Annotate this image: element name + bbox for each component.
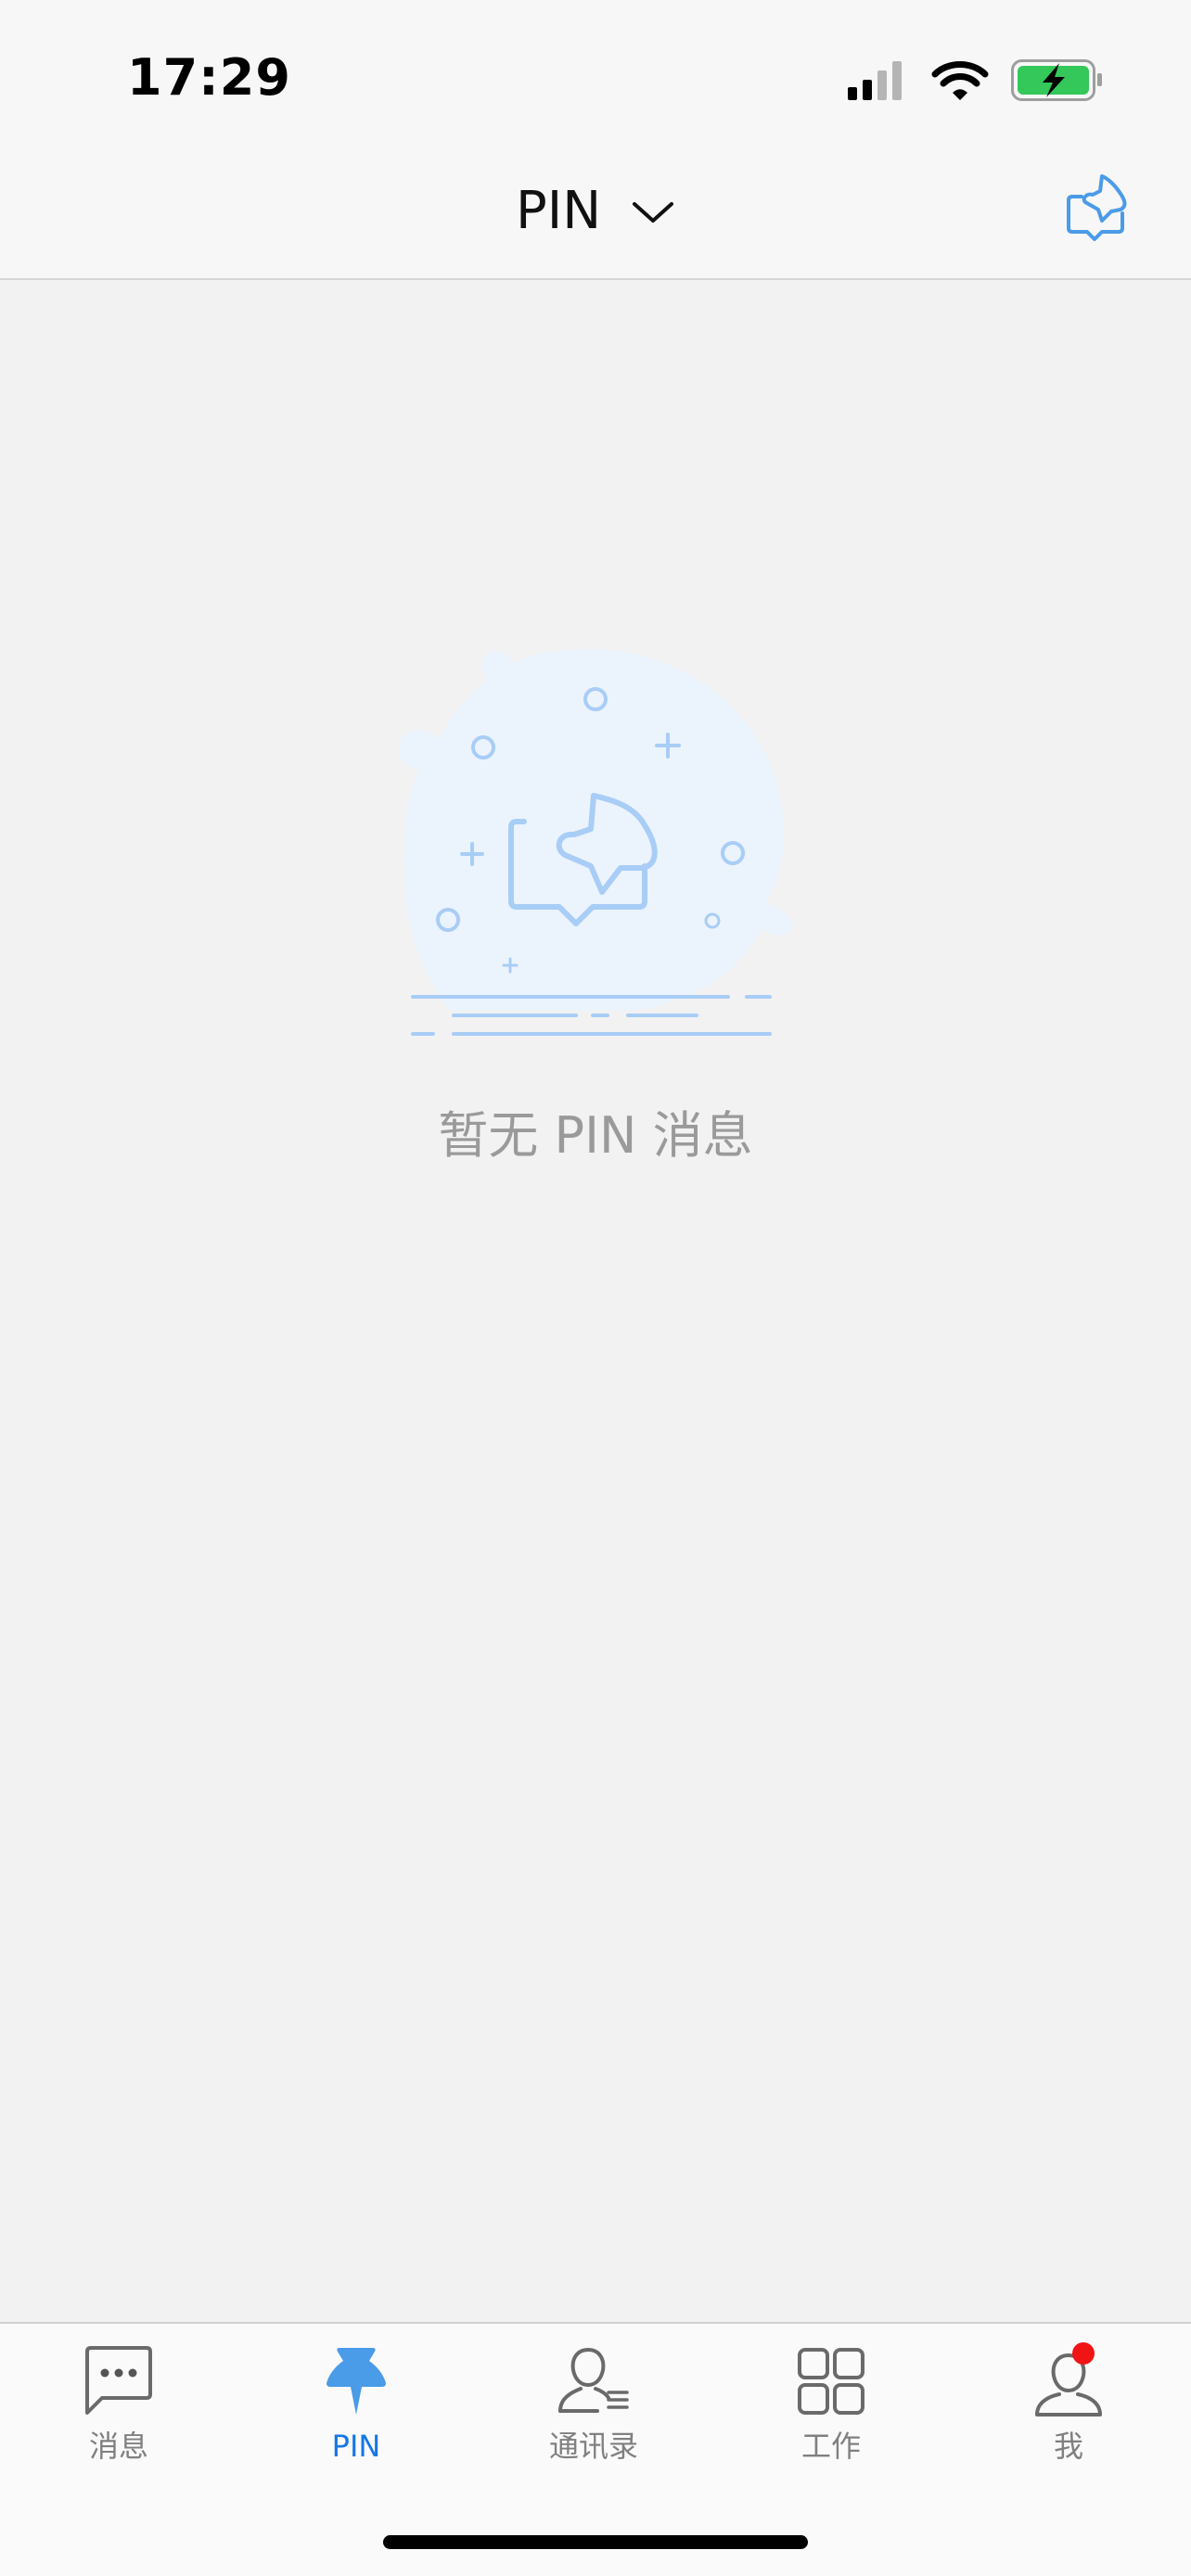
empty-pin-illustration <box>398 649 792 1036</box>
tab-label-pin: PIN <box>331 2429 381 2464</box>
screen: 17:29 PIN 暂无 PIN 消息 消息 PIN 通讯录 工作 我 <box>0 0 1191 2576</box>
empty-state-message: 暂无 PIN 消息 <box>438 1106 753 1165</box>
tab-label-messages: 消息 <box>88 2429 148 2464</box>
tab-messages[interactable]: 消息 <box>0 2342 237 2491</box>
tab-contacts[interactable]: 通讯录 <box>475 2342 712 2491</box>
status-icons <box>848 59 1102 101</box>
tab-label-contacts: 通讯录 <box>548 2429 638 2464</box>
notification-badge <box>1072 2342 1095 2365</box>
tab-label-me: 我 <box>1053 2429 1083 2464</box>
chevron-down-icon <box>633 201 673 223</box>
home-indicator <box>383 2535 808 2549</box>
profile-icon <box>1035 2342 1102 2417</box>
contacts-icon <box>558 2347 629 2413</box>
battery-charging-icon <box>1011 59 1102 101</box>
wifi-icon <box>931 61 989 100</box>
pushpin-icon <box>327 2348 386 2415</box>
top-bar: 17:29 PIN <box>0 0 1191 280</box>
tab-label-work: 工作 <box>800 2429 861 2464</box>
grid-apps-icon <box>798 2348 864 2415</box>
signal-icon <box>848 61 902 100</box>
pin-message-icon[interactable] <box>1063 172 1133 243</box>
tab-work[interactable]: 工作 <box>712 2342 950 2491</box>
tab-me[interactable]: 我 <box>950 2342 1187 2491</box>
nav-title-dropdown[interactable]: PIN <box>0 176 1191 244</box>
status-time: 17:29 <box>127 48 291 107</box>
tab-pin[interactable]: PIN <box>237 2342 475 2491</box>
page-title: PIN <box>516 180 602 241</box>
chat-bubble-icon <box>85 2346 152 2415</box>
